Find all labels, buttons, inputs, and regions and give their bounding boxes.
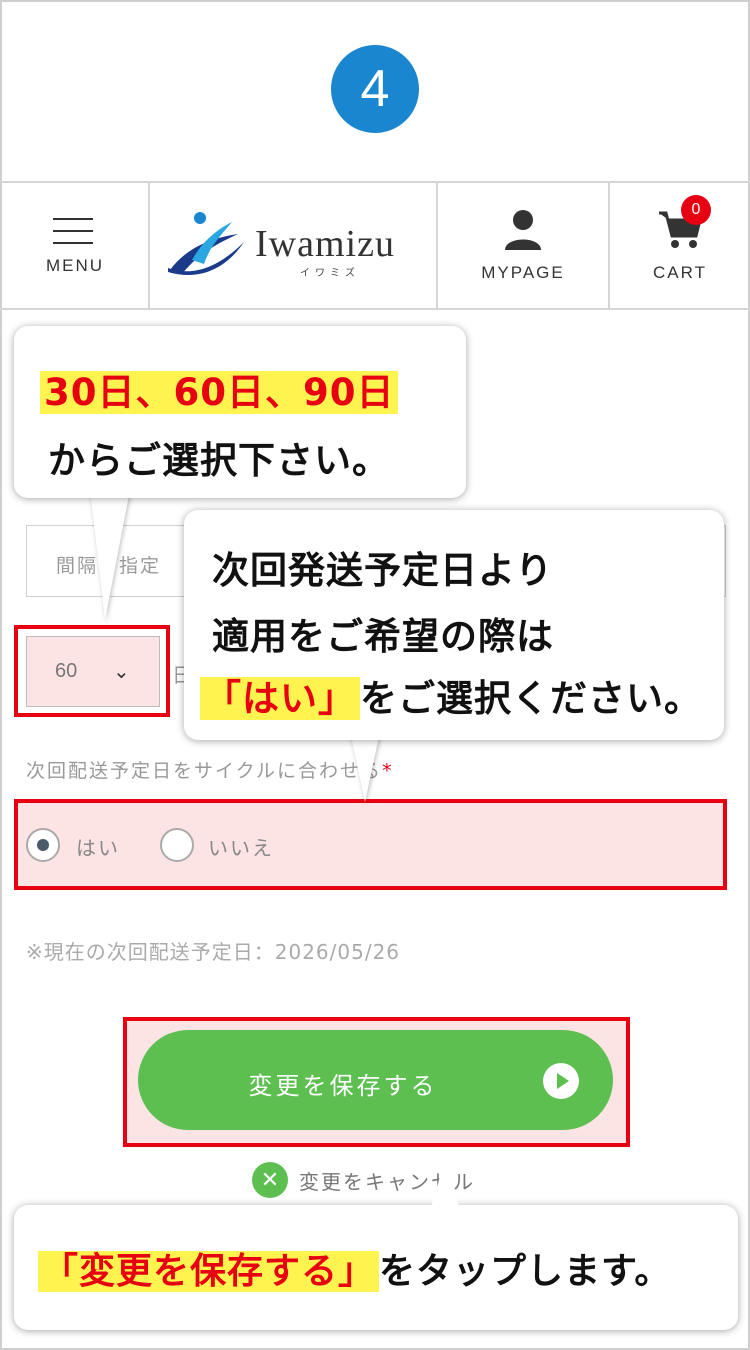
cycle-label: 次回配送予定日をサイクルに合わせる* [26, 760, 394, 782]
radio-group-highlight [14, 799, 727, 890]
hamburger-icon [53, 218, 93, 244]
callout-cycle-line3: 「はい」 をご選択ください。 [200, 668, 702, 722]
radio-yes-label[interactable]: はい [76, 832, 120, 861]
cart-count-badge: 0 [681, 195, 711, 225]
close-icon[interactable]: ✕ [252, 1162, 288, 1198]
logo-subtext: イワミズ [300, 268, 360, 279]
callout-cycle-highlight: 「はい」 [200, 677, 360, 720]
radio-no-label[interactable]: いいえ [208, 832, 274, 861]
radio-no[interactable] [160, 828, 194, 862]
logo-text: Iwamizu [255, 223, 395, 265]
callout-tail [350, 732, 380, 802]
callout-tail [90, 490, 130, 620]
step-badge: 4 [331, 45, 419, 133]
menu-label: MENU [45, 256, 105, 275]
radio-selected-dot [37, 839, 49, 851]
callout-save-highlight: 「変更を保存する」 [38, 1251, 380, 1292]
header-bottom-border [0, 308, 750, 310]
callout-tail [430, 1160, 460, 1210]
day-select[interactable] [26, 636, 160, 707]
callout-interval-text: からご選択下さい。 [48, 439, 390, 482]
chevron-down-icon: ⌄ [113, 659, 130, 683]
required-mark: * [382, 760, 394, 782]
cart-label: CART [653, 263, 707, 282]
mypage-label: MYPAGE [481, 263, 565, 282]
radio-yes[interactable] [26, 828, 60, 862]
day-select-value: 60 [55, 660, 78, 682]
user-icon [505, 210, 541, 250]
callout-save-text: 「変更を保存する」 をタップします。 [38, 1242, 671, 1294]
callout-interval-highlight: 30日、60日、90日 [40, 362, 399, 416]
play-icon [543, 1063, 579, 1099]
save-button-label: 変更を保存する [248, 1072, 438, 1100]
logo-mark-icon [168, 212, 244, 276]
callout-cycle-line1: 次回発送予定日より [212, 549, 554, 592]
callout-cycle-line2: 適用をご希望の際は [212, 615, 554, 658]
menu-button[interactable] [2, 183, 148, 308]
next-delivery-date: ※現在の次回配送予定日：2026/05/26 [26, 940, 401, 964]
